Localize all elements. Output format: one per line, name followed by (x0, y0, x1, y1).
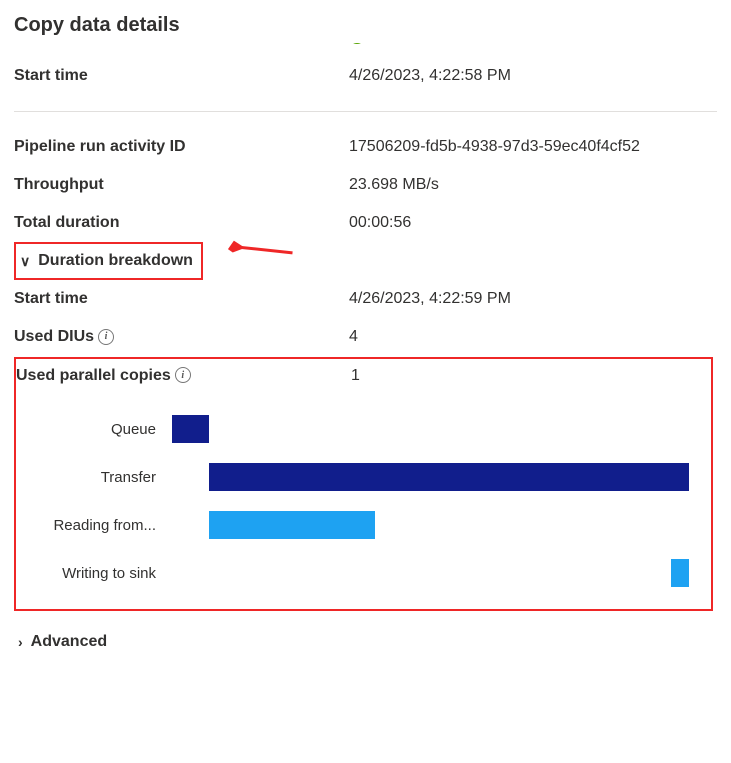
advanced-label: Advanced (31, 633, 107, 651)
page-title: Copy data details (14, 14, 717, 37)
status-label: Status (14, 43, 349, 45)
chart-track (172, 415, 689, 443)
breakdown-start-time-value: 4/26/2023, 4:22:59 PM (349, 290, 511, 308)
total-duration-row: Total duration 00:00:56 (14, 204, 717, 242)
chevron-down-icon: ∨ (20, 254, 30, 268)
pipeline-id-value: 17506209-fd5b-4938-97d3-59ec40f4cf52 (349, 138, 640, 156)
pipeline-id-row: Pipeline run activity ID 17506209-fd5b-4… (14, 128, 717, 166)
duration-breakdown-label: Duration breakdown (38, 252, 193, 270)
chart-bar-label: Writing to sink (16, 565, 172, 582)
chart-bar (172, 415, 209, 443)
total-duration-label: Total duration (14, 214, 349, 232)
chart-row: Transfer (16, 453, 689, 501)
start-time-label: Start time (14, 67, 349, 85)
info-icon[interactable] (175, 367, 191, 383)
used-parallel-row: Used parallel copies 1 (16, 363, 709, 396)
status-row-clipped: Status Succeeded (14, 43, 717, 57)
used-parallel-value: 1 (351, 367, 360, 385)
chart-bar-label: Reading from... (16, 517, 172, 534)
chart-track (172, 559, 689, 587)
chart-row: Reading from... (16, 501, 689, 549)
used-dius-label: Used DIUs (14, 328, 349, 347)
chart-row: Writing to sink (16, 549, 689, 597)
duration-breakdown-chart: Queue Transfer Reading from... Writing to s… (16, 395, 709, 601)
throughput-label: Throughput (14, 176, 349, 194)
chevron-right-icon: › (18, 635, 23, 649)
total-duration-value: 00:00:56 (349, 214, 411, 232)
pipeline-id-label: Pipeline run activity ID (14, 138, 349, 156)
chart-bar-label: Queue (16, 421, 172, 438)
success-icon (349, 43, 365, 44)
duration-breakdown-toggle[interactable]: ∨ Duration breakdown (16, 244, 197, 278)
annotation-box-chart: Used parallel copies 1 Queue Transfer Read… (14, 357, 713, 612)
chart-bar-label: Transfer (16, 469, 172, 486)
chart-track (172, 463, 689, 491)
chart-track (172, 511, 689, 539)
chart-row: Queue (16, 405, 689, 453)
breakdown-start-time-label: Start time (14, 290, 349, 308)
breakdown-start-time-row: Start time 4/26/2023, 4:22:59 PM (14, 280, 717, 318)
used-dius-row: Used DIUs 4 (14, 318, 717, 357)
throughput-row: Throughput 23.698 MB/s (14, 166, 717, 204)
chart-bar (671, 559, 689, 587)
advanced-toggle[interactable]: › Advanced (14, 625, 717, 659)
divider (14, 111, 717, 112)
chart-bar (209, 511, 375, 539)
used-dius-value: 4 (349, 328, 358, 346)
start-time-value: 4/26/2023, 4:22:58 PM (349, 67, 511, 85)
annotation-box-breakdown: ∨ Duration breakdown (14, 242, 203, 280)
used-parallel-label: Used parallel copies (16, 367, 351, 386)
start-time-row: Start time 4/26/2023, 4:22:58 PM (14, 57, 717, 95)
status-value: Succeeded (349, 43, 453, 45)
chart-bar (209, 463, 689, 491)
status-text: Succeeded (373, 43, 453, 45)
throughput-value: 23.698 MB/s (349, 176, 439, 194)
info-icon[interactable] (98, 329, 114, 345)
